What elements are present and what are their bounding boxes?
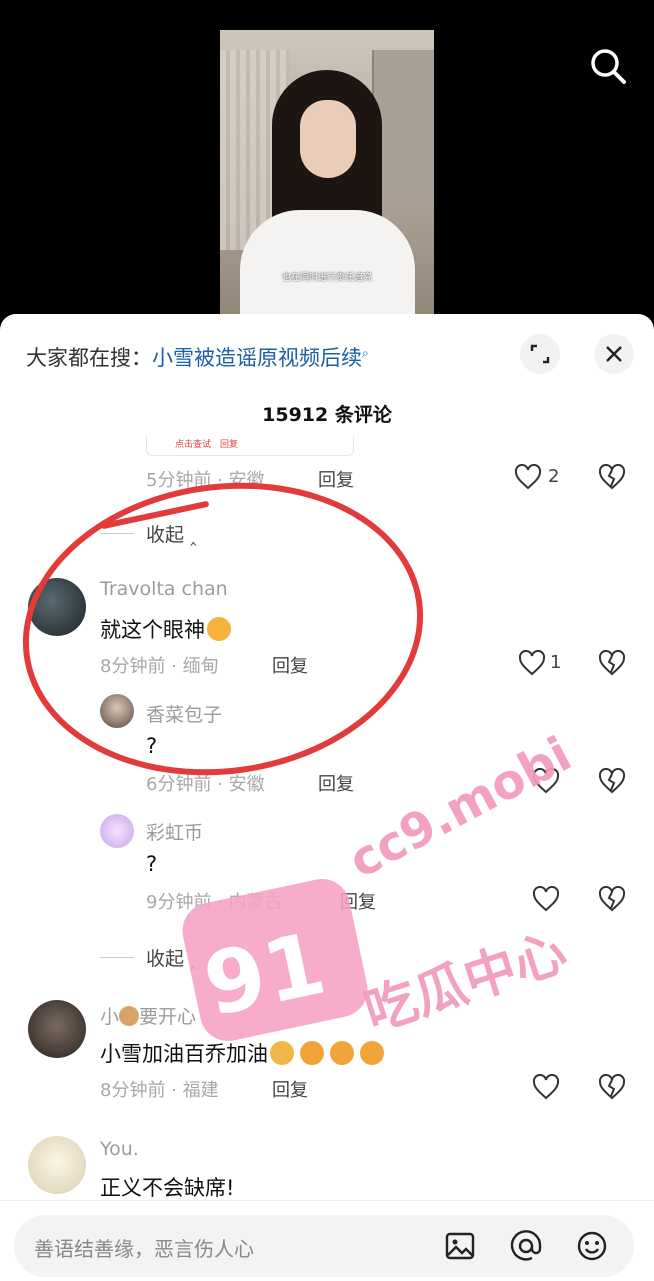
reply-button[interactable]: 回复 (318, 466, 354, 492)
avatar[interactable] (28, 1000, 86, 1058)
author-name-part: 要开心 (139, 1006, 197, 1028)
search-suggestion-icon: ⌕ (362, 346, 369, 360)
comment-input-bar: 善语结善缘，恶言伤人心 (0, 1200, 654, 1281)
author-name-part: 小 (100, 1006, 120, 1028)
collapse-divider (100, 957, 134, 958)
search-suggestion[interactable]: 大家都在搜：小雪被造谣原视频后续⌕ (26, 342, 369, 372)
mention-icon[interactable] (510, 1230, 542, 1266)
heart-icon[interactable] (514, 463, 542, 494)
image-icon[interactable] (444, 1230, 476, 1266)
close-button[interactable] (594, 334, 634, 374)
comment-text-body: 小雪加油百乔加油 (100, 1042, 268, 1066)
video-frame[interactable]: 也在同时进行责任追究 (220, 30, 434, 330)
chevron-up-icon: ‸ (190, 524, 197, 546)
dislike-icon[interactable] (598, 767, 626, 798)
fighting-emoji-icon (360, 1041, 384, 1065)
comment-input[interactable]: 善语结善缘，恶言伤人心 (14, 1215, 634, 1277)
comment-text: 正义不会缺席! (100, 1176, 235, 1200)
like-count: 2 (548, 466, 560, 487)
dislike-icon[interactable] (598, 649, 626, 680)
video-person-face (300, 100, 356, 178)
comment-text: ? (146, 734, 158, 758)
comment-meta: 8分钟前 · 福建 (100, 1080, 219, 1101)
comment-input-placeholder: 善语结善缘，恶言伤人心 (34, 1237, 254, 1261)
like-count: 1 (550, 652, 562, 673)
emoji-icon[interactable] (576, 1230, 608, 1266)
comment-meta: 8分钟前 · 缅甸 (100, 656, 219, 677)
dog-emoji-icon (119, 1006, 140, 1026)
comment-author[interactable]: 彩虹币 (146, 818, 203, 845)
comment-count: 15912 条评论 (262, 404, 392, 426)
comment-author[interactable]: You. (100, 1138, 139, 1160)
comment-text-body: 就这个眼神 (100, 618, 205, 642)
dislike-icon[interactable] (598, 1073, 626, 1104)
collapse-label: 收起 (146, 948, 185, 970)
avatar[interactable] (100, 814, 134, 848)
reply-button[interactable]: 回复 (318, 770, 354, 796)
search-suggestion-prefix: 大家都在搜： (26, 346, 152, 370)
comment-meta: 6分钟前 · 安徽 (146, 774, 265, 795)
avatar[interactable] (28, 1136, 86, 1194)
crying-emoji-icon (270, 1041, 294, 1065)
comment-author[interactable]: Travolta chan (100, 578, 228, 600)
reply-image-snippet: 点击查试 回复 (146, 436, 354, 456)
collapse-divider (100, 533, 134, 534)
heart-eyes-emoji-icon (207, 617, 231, 641)
heart-icon[interactable] (532, 1073, 560, 1104)
avatar[interactable] (100, 694, 134, 728)
collapse-button[interactable]: 收起 ‸ (146, 520, 197, 547)
avatar[interactable] (28, 578, 86, 636)
dislike-icon[interactable] (598, 463, 626, 494)
reply-button[interactable]: 回复 (272, 1076, 308, 1102)
reply-button[interactable]: 回复 (272, 652, 308, 678)
comment-author[interactable]: 香菜包子 (146, 700, 222, 727)
close-icon (606, 346, 622, 362)
search-suggestion-link[interactable]: 小雪被造谣原视频后续 (152, 346, 362, 370)
search-icon[interactable] (588, 46, 628, 86)
comment-text: 就这个眼神 (100, 614, 231, 644)
comment-panel: 大家都在搜：小雪被造谣原视频后续⌕ 15912 条评论 点击查试 回复 5分钟前… (0, 314, 654, 1280)
comment-meta: 5分钟前 · 安徽 (146, 470, 265, 491)
video-player[interactable]: 也在同时进行责任追究 (0, 0, 654, 330)
comment-author[interactable]: 小要开心 (100, 1002, 196, 1029)
fighting-emoji-icon (330, 1041, 354, 1065)
dislike-icon[interactable] (598, 885, 626, 916)
expand-button[interactable] (520, 334, 560, 374)
collapse-label: 收起 (146, 524, 185, 546)
comment-text: 小雪加油百乔加油 (100, 1038, 384, 1068)
expand-icon (530, 344, 550, 364)
comment-text: ? (146, 852, 158, 876)
fighting-emoji-icon (300, 1041, 324, 1065)
video-subtitle: 也在同时进行责任追究 (281, 273, 372, 283)
heart-icon[interactable] (518, 649, 546, 680)
